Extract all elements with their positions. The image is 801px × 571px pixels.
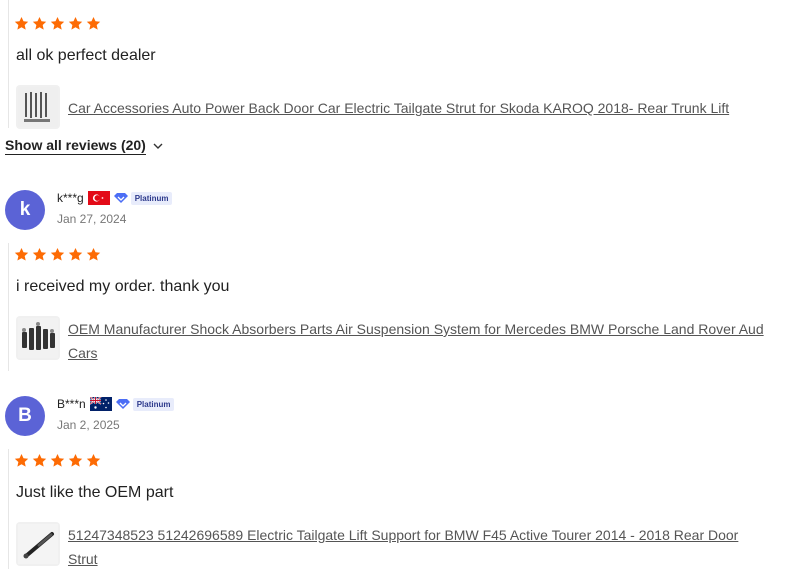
avatar: k — [5, 190, 45, 230]
platinum-badge: Platinum — [113, 191, 173, 205]
product-link[interactable]: Car Accessories Auto Power Back Door Car… — [68, 96, 729, 120]
review-divider-line — [8, 0, 9, 128]
turkey-flag-icon — [87, 191, 110, 205]
star-icon — [32, 16, 47, 30]
show-all-reviews-button[interactable]: Show all reviews (20) — [5, 137, 164, 155]
product-link-line: 51247348523 51242696589 Electric Tailgat… — [68, 527, 739, 543]
chevron-down-icon — [153, 143, 163, 149]
avatar: B — [5, 396, 45, 436]
platinum-badge: Platinum — [115, 397, 175, 411]
star-icon — [50, 247, 65, 261]
star-icon — [50, 453, 65, 467]
product-link-line: Strut — [68, 551, 98, 567]
product-link[interactable]: OEM Manufacturer Shock Absorbers Parts A… — [68, 317, 764, 365]
reviewer-name: k***g — [57, 191, 84, 205]
star-icon — [32, 247, 47, 261]
product-thumbnail[interactable] — [16, 316, 60, 360]
star-icon — [32, 453, 47, 467]
review-text: i received my order. thank you — [16, 278, 230, 295]
review-date: Jan 27, 2024 — [57, 212, 127, 226]
star-icon — [50, 16, 65, 30]
badge-label: Platinum — [132, 397, 175, 411]
product-link-line: OEM Manufacturer Shock Absorbers Parts A… — [68, 321, 764, 337]
diamond-icon — [115, 399, 130, 409]
product-thumbnail[interactable] — [16, 522, 60, 566]
star-icon — [68, 453, 83, 467]
reviewer-name: B***n — [57, 397, 86, 411]
australia-flag-icon — [89, 397, 112, 411]
reviewer-info: k***g Platinum — [57, 191, 173, 205]
product-link[interactable]: 51247348523 51242696589 Electric Tailgat… — [68, 523, 738, 571]
star-rating — [14, 16, 101, 31]
tailgate-lift-support-image — [18, 524, 58, 564]
star-rating — [14, 453, 101, 468]
reviewer-info: B***n Platinum — [57, 397, 175, 411]
star-icon — [14, 16, 29, 30]
product-thumbnail[interactable] — [16, 85, 60, 129]
star-icon — [14, 247, 29, 261]
review-text: all ok perfect dealer — [16, 47, 156, 64]
review-text: Just like the OEM part — [16, 484, 174, 501]
star-icon — [86, 16, 101, 30]
diamond-icon — [113, 193, 128, 203]
product-link-line: Cars — [68, 345, 98, 361]
review-divider-line — [8, 243, 9, 371]
star-icon — [86, 247, 101, 261]
star-icon — [14, 453, 29, 467]
show-all-reviews-label: Show all reviews (20) — [5, 137, 146, 155]
review-date: Jan 2, 2025 — [57, 418, 120, 432]
badge-label: Platinum — [130, 191, 173, 205]
tailgate-strut-set-image — [18, 87, 58, 127]
star-rating — [14, 247, 101, 262]
shock-absorbers-image — [18, 318, 58, 358]
review-divider-line — [8, 449, 9, 569]
star-icon — [86, 453, 101, 467]
star-icon — [68, 16, 83, 30]
star-icon — [68, 247, 83, 261]
